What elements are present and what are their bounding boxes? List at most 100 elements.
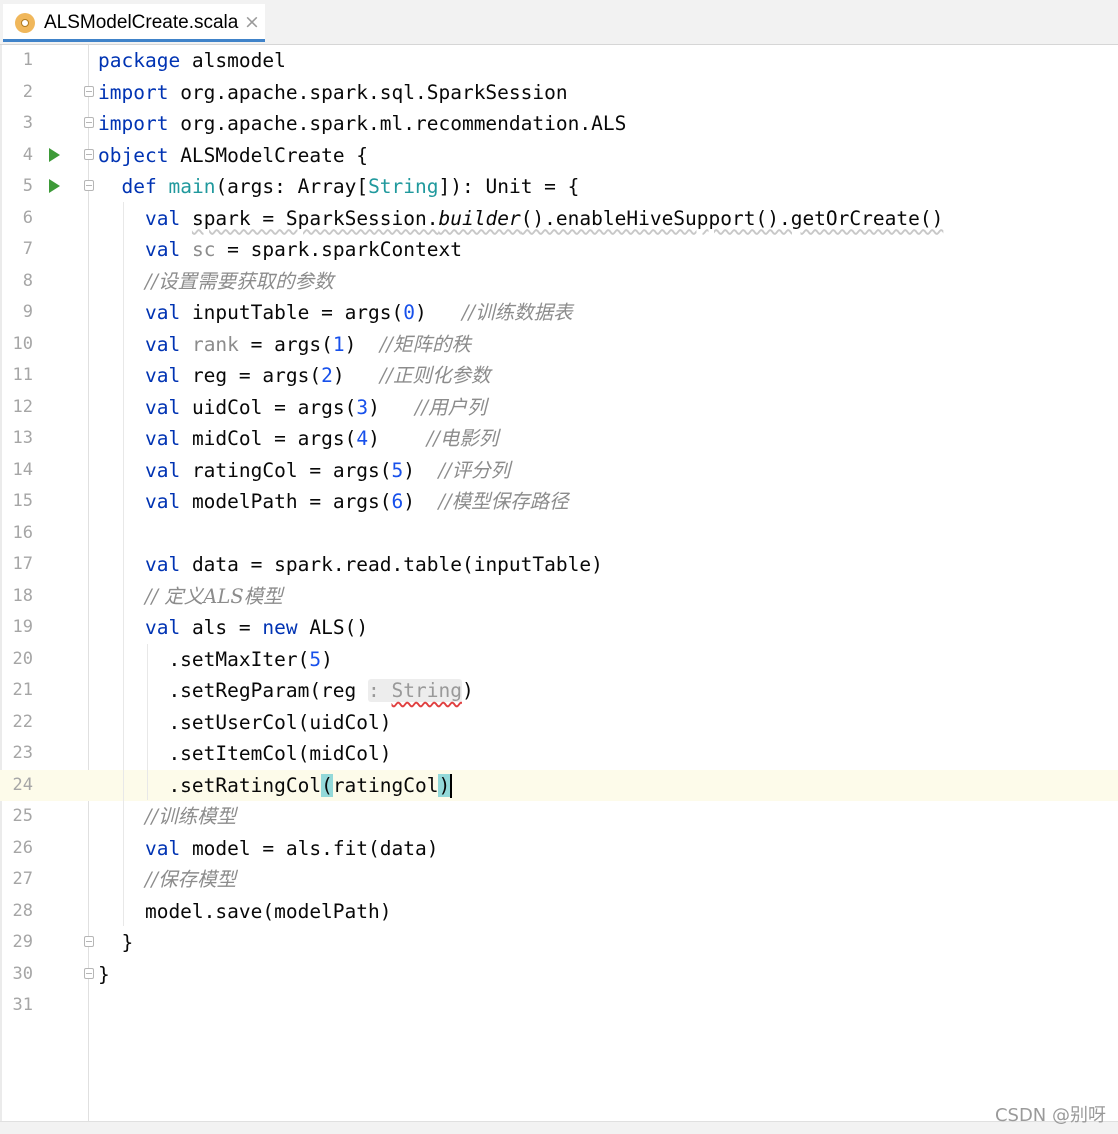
code-text: val midCol = args(4) //电影列 <box>144 427 499 450</box>
code-text: import org.apache.spark.sql.SparkSession <box>98 80 568 104</box>
line-number: 13 <box>12 428 33 448</box>
code-text: val rank = args(1) //矩阵的秩 <box>144 332 471 356</box>
line-number: 24 <box>12 774 33 795</box>
code-line[interactable]: 8 //设置需要获取的参数 <box>0 266 1118 298</box>
tab-alsmodelcreate[interactable]: ALSModelCreate.scala × <box>3 4 265 42</box>
code-text: val data = spark.read.table(inputTable) <box>144 553 603 576</box>
code-text: //保存模型 <box>144 868 237 891</box>
code-line[interactable]: 9 val inputTable = args(0) //训练数据表 <box>0 297 1118 329</box>
line-number: 27 <box>12 869 33 889</box>
code-text: val modelPath = args(6) //模型保存路径 <box>144 490 569 513</box>
code-line[interactable]: 22 .setUserCol(uidCol) <box>0 707 1118 739</box>
indent-guide <box>123 202 124 926</box>
line-number: 11 <box>12 365 33 385</box>
line-number: 12 <box>12 396 33 417</box>
fold-icon[interactable] <box>84 117 94 128</box>
fold-icon[interactable] <box>84 936 94 947</box>
code-line[interactable]: 7 val sc = spark.sparkContext <box>0 234 1118 266</box>
code-line[interactable]: 19 val als = new ALS() <box>0 612 1118 644</box>
code-line[interactable]: 15 val modelPath = args(6) //模型保存路径 <box>0 486 1118 518</box>
line-number: 2 <box>22 81 33 102</box>
code-line[interactable]: 17 val data = spark.read.table(inputTabl… <box>0 549 1118 581</box>
scala-file-icon <box>15 13 35 33</box>
code-line[interactable]: 5 def main(args: Array[String]): Unit = … <box>0 171 1118 203</box>
code-line[interactable]: 12 val uidCol = args(3) //用户列 <box>0 392 1118 424</box>
code-line[interactable]: 31 <box>0 990 1118 1022</box>
line-number: 5 <box>22 176 33 196</box>
line-number: 9 <box>22 302 33 322</box>
code-text: def main(args: Array[String]): Unit = { <box>121 175 580 198</box>
code-text: val model = als.fit(data) <box>144 836 439 860</box>
code-text: // 定义ALS模型 <box>144 584 283 608</box>
code-text: val spark = SparkSession.builder().enabl… <box>144 206 944 230</box>
code-line[interactable]: 18 // 定义ALS模型 <box>0 581 1118 613</box>
code-text: } <box>98 962 110 986</box>
code-line[interactable]: 23 .setItemCol(midCol) <box>0 738 1118 770</box>
indent-guide <box>147 644 148 800</box>
code-line[interactable]: 28 model.save(modelPath) <box>0 896 1118 928</box>
code-line[interactable]: 13 val midCol = args(4) //电影列 <box>0 423 1118 455</box>
code-line[interactable]: 24 .setRatingCol(ratingCol) <box>0 769 1118 801</box>
code-line[interactable]: 2 import org.apache.spark.sql.SparkSessio… <box>0 77 1118 109</box>
fold-icon[interactable] <box>84 967 94 979</box>
fold-icon[interactable] <box>84 180 94 191</box>
code-text: val uidCol = args(3) //用户列 <box>144 395 487 419</box>
line-number: 25 <box>12 806 33 826</box>
line-number: 7 <box>22 239 33 259</box>
line-number: 19 <box>12 617 33 637</box>
line-number: 14 <box>12 459 33 480</box>
code-line[interactable]: 6 val spark = SparkSession.builder().ena… <box>0 203 1118 235</box>
line-number: 31 <box>12 995 33 1015</box>
code-text: val sc = spark.sparkContext <box>144 238 462 261</box>
line-number: 3 <box>22 113 33 133</box>
code-line[interactable]: 3 import org.apache.spark.ml.recommendati… <box>0 108 1118 140</box>
code-text: val als = new ALS() <box>144 616 369 639</box>
line-number: 28 <box>12 900 33 921</box>
code-text: model.save(modelPath) <box>98 899 392 923</box>
line-number: 10 <box>12 333 33 354</box>
line-number: 15 <box>12 491 33 511</box>
code-text: //训练模型 <box>144 805 237 828</box>
line-number: 1 <box>22 50 33 70</box>
code-line[interactable]: 21 .setRegParam(reg : String) <box>0 675 1118 707</box>
code-line[interactable]: 4 object ALSModelCreate { <box>0 140 1118 172</box>
code-line[interactable]: 20 .setMaxIter(5) <box>0 644 1118 676</box>
code-line[interactable]: 1 package alsmodel <box>0 45 1118 77</box>
run-icon[interactable] <box>49 179 60 193</box>
watermark: CSDN @别呀 <box>994 1105 1106 1126</box>
code-text: .setItemCol(midCol) <box>98 742 392 765</box>
fold-icon[interactable] <box>84 148 94 160</box>
editor-tab-bar: ALSModelCreate.scala × <box>0 0 1118 45</box>
code-text: //设置需要获取的参数 <box>144 269 334 293</box>
line-number: 16 <box>12 522 33 543</box>
code-line[interactable]: 10 val rank = args(1) //矩阵的秩 <box>0 329 1118 361</box>
code-line[interactable]: 27 //保存模型 <box>0 864 1118 896</box>
code-line[interactable]: 29 } <box>0 927 1118 959</box>
line-number: 26 <box>12 837 33 858</box>
fold-icon[interactable] <box>84 85 94 97</box>
code-line[interactable]: 11 val reg = args(2) //正则化参数 <box>0 360 1118 392</box>
code-text: } <box>98 931 134 954</box>
code-text: import org.apache.spark.ml.recommendatio… <box>98 112 627 135</box>
code-text: .setUserCol(uidCol) <box>98 710 392 734</box>
line-number: 21 <box>12 680 33 700</box>
code-line[interactable]: 30} <box>0 959 1118 991</box>
code-line[interactable]: 25 //训练模型 <box>0 801 1118 833</box>
code-line[interactable]: 16 <box>0 518 1118 550</box>
line-number: 23 <box>12 743 33 763</box>
line-number: 20 <box>12 648 33 669</box>
line-number: 29 <box>12 932 33 952</box>
code-text: .setRatingCol(ratingCol) <box>98 773 453 798</box>
code-line[interactable]: 14 val ratingCol = args(5) //评分列 <box>0 455 1118 487</box>
run-icon[interactable] <box>49 147 60 162</box>
code-text: object ALSModelCreate { <box>98 143 369 167</box>
line-number: 6 <box>22 207 33 228</box>
code-line[interactable]: 26 val model = als.fit(data) <box>0 833 1118 865</box>
code-text: val ratingCol = args(5) //评分列 <box>144 458 511 482</box>
code-text: .setRegParam(reg : String) <box>98 679 474 702</box>
close-icon[interactable]: × <box>244 11 260 33</box>
line-number: 4 <box>22 144 33 165</box>
tab-title: ALSModelCreate.scala <box>44 12 239 33</box>
line-number: 22 <box>12 711 33 732</box>
horizontal-scrollbar[interactable] <box>0 1121 1118 1134</box>
